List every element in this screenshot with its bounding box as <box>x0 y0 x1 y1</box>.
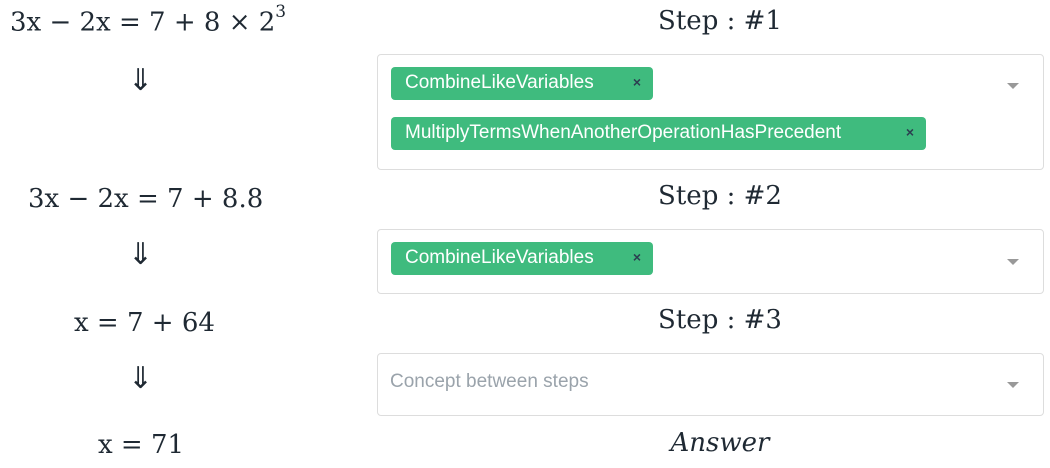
remove-tag-icon[interactable]: × <box>633 242 641 273</box>
step-2-concept-select[interactable]: CombineLikeVariables × <box>377 229 1044 294</box>
down-arrow-icon: ⇓ <box>128 63 154 98</box>
equation-1-exponent: 3 <box>275 2 287 22</box>
equation-1-text: 3x − 2x = 7 + 8 × 2 <box>10 7 276 38</box>
answer-label: Answer <box>670 428 770 458</box>
tag-label: CombineLikeVariables <box>405 72 594 93</box>
step-3-label: Step : #3 <box>658 305 782 335</box>
step-1-label: Step : #1 <box>658 6 782 36</box>
down-arrow-icon: ⇓ <box>128 361 154 396</box>
equation-1: 3x − 2x = 7 + 8 × 23 <box>10 2 286 38</box>
dropdown-caret-icon[interactable] <box>1007 382 1019 388</box>
step-3-concept-select[interactable]: Concept between steps <box>377 353 1044 416</box>
remove-tag-icon[interactable]: × <box>633 67 641 98</box>
tag-combine-like-variables: CombineLikeVariables × <box>391 242 653 275</box>
tag-label: CombineLikeVariables <box>405 247 594 268</box>
concept-placeholder: Concept between steps <box>390 371 589 392</box>
step-1-concept-select[interactable]: CombineLikeVariables × MultiplyTermsWhen… <box>377 54 1044 170</box>
remove-tag-icon[interactable]: × <box>906 117 914 148</box>
dropdown-caret-icon[interactable] <box>1007 259 1019 265</box>
equation-3: x = 7 + 64 <box>74 308 215 338</box>
equation-2: 3x − 2x = 7 + 8.8 <box>28 184 264 214</box>
step-2-label: Step : #2 <box>658 181 782 211</box>
tag-label: MultiplyTermsWhenAnotherOperationHasPrec… <box>405 122 842 143</box>
equation-4: x = 71 <box>98 430 185 460</box>
tag-combine-like-variables: CombineLikeVariables × <box>391 67 653 100</box>
tag-multiply-terms: MultiplyTermsWhenAnotherOperationHasPrec… <box>391 117 926 150</box>
dropdown-caret-icon[interactable] <box>1007 83 1019 89</box>
down-arrow-icon: ⇓ <box>128 237 154 272</box>
